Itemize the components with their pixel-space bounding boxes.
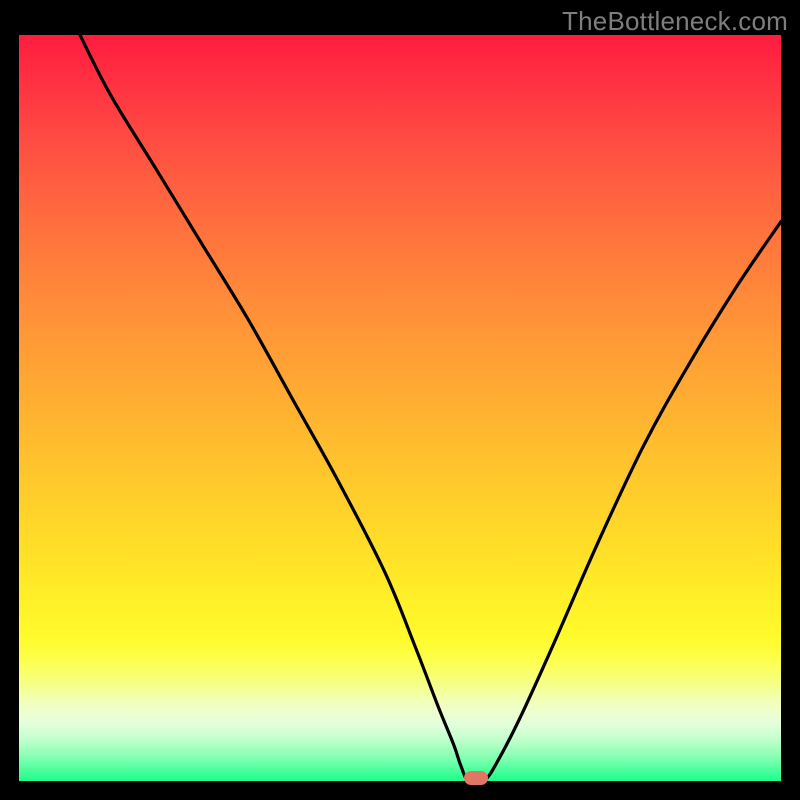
plot-area bbox=[19, 35, 781, 781]
bottleneck-curve bbox=[19, 35, 781, 781]
watermark-label: TheBottleneck.com bbox=[562, 6, 788, 37]
chart-frame: TheBottleneck.com bbox=[0, 0, 800, 800]
minimum-marker bbox=[464, 771, 488, 785]
